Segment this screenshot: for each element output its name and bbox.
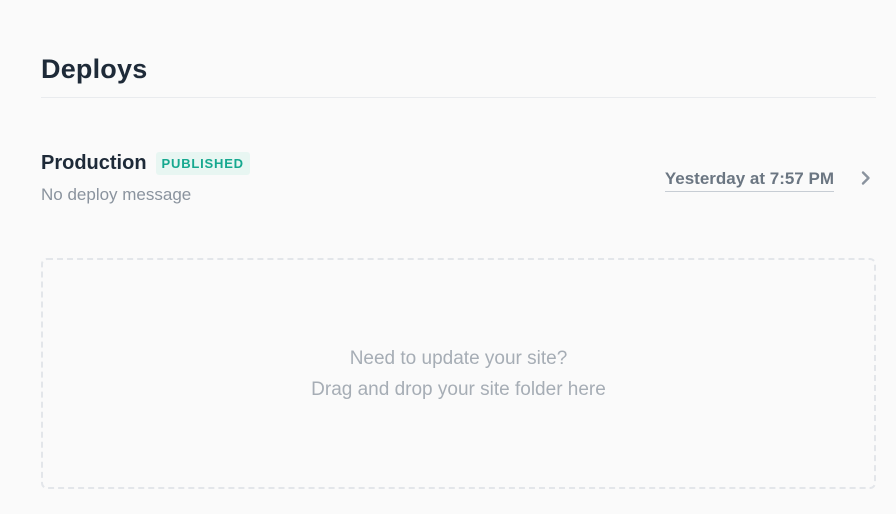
dropzone-prompt: Need to update your site? — [349, 347, 568, 369]
dropzone-instruction: Drag and drop your site folder here — [311, 378, 606, 400]
deploys-panel: Deploys Production PUBLISHED No deploy m… — [0, 0, 896, 514]
deploy-dropzone[interactable]: Need to update your site? Drag and drop … — [41, 258, 876, 489]
production-header: Production PUBLISHED — [41, 150, 250, 176]
deploy-message: No deploy message — [41, 185, 192, 204]
page-title: Deploys — [41, 54, 148, 84]
title-divider — [41, 97, 876, 98]
production-label: Production — [41, 152, 147, 174]
published-badge: PUBLISHED — [155, 151, 250, 175]
production-deploy-row[interactable]: Production PUBLISHED No deploy message Y… — [41, 148, 876, 212]
chevron-right-icon[interactable] — [860, 170, 872, 186]
deploy-timestamp-link[interactable]: Yesterday at 7:57 PM — [664, 168, 834, 192]
